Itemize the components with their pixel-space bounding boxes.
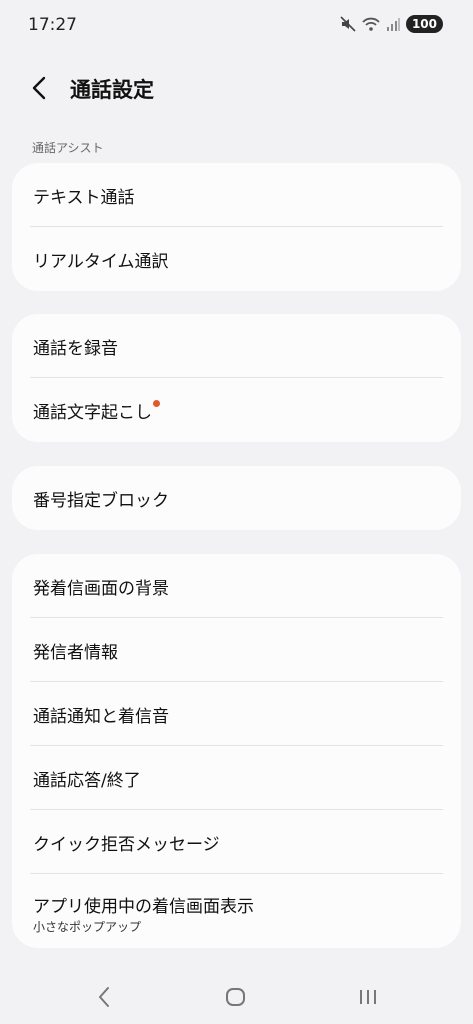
new-badge-dot bbox=[153, 400, 160, 407]
row-record-call[interactable]: 通話を録音 bbox=[12, 314, 461, 378]
header: 通話設定 bbox=[0, 62, 473, 112]
row-label: 発着信画面の背景 bbox=[33, 579, 169, 599]
row-incoming-call-display[interactable]: アプリ使用中の着信画面表示 小さなポップアップ bbox=[12, 874, 461, 948]
row-label: テキスト通話 bbox=[33, 188, 135, 208]
row-quick-decline[interactable]: クイック拒否メッセージ bbox=[12, 810, 461, 874]
nav-back-icon bbox=[99, 987, 109, 1007]
row-label: 通話通知と着信音 bbox=[33, 707, 169, 727]
row-label: クイック拒否メッセージ bbox=[33, 835, 220, 855]
navigation-bar bbox=[0, 970, 473, 1024]
back-button[interactable] bbox=[28, 74, 52, 102]
row-label: アプリ使用中の着信画面表示 bbox=[33, 897, 254, 917]
settings-card-display: 発着信画面の背景 発信者情報 通話通知と着信音 通話応答/終了 クイック拒否メッ… bbox=[12, 554, 461, 948]
nav-home-button[interactable] bbox=[221, 984, 251, 1010]
row-caller-info[interactable]: 発信者情報 bbox=[12, 618, 461, 682]
row-sublabel: 小さなポップアップ bbox=[33, 920, 142, 934]
back-arrow-icon bbox=[32, 76, 46, 100]
row-label: 通話を録音 bbox=[33, 339, 118, 359]
row-label: 通話文字起こし bbox=[33, 398, 160, 423]
row-label: 発信者情報 bbox=[33, 643, 118, 663]
row-answer-end[interactable]: 通話応答/終了 bbox=[12, 746, 461, 810]
row-realtime-translation[interactable]: リアルタイム通訳 bbox=[12, 227, 461, 291]
page-title: 通話設定 bbox=[70, 78, 154, 102]
status-bar: 17:27 100 bbox=[0, 0, 473, 50]
status-icons: 100 bbox=[340, 15, 443, 33]
section-label: 通話アシスト bbox=[32, 141, 104, 155]
nav-recents-button[interactable] bbox=[353, 984, 383, 1010]
row-label: 通話応答/終了 bbox=[33, 771, 141, 791]
row-notifications-ringtone[interactable]: 通話通知と着信音 bbox=[12, 682, 461, 746]
row-text-call[interactable]: テキスト通話 bbox=[12, 163, 461, 227]
wifi-icon bbox=[362, 16, 380, 32]
row-label: リアルタイム通訳 bbox=[33, 252, 169, 272]
row-call-background[interactable]: 発着信画面の背景 bbox=[12, 554, 461, 618]
battery-badge: 100 bbox=[405, 15, 443, 33]
row-label: 番号指定ブロック bbox=[33, 491, 169, 511]
status-time: 17:27 bbox=[28, 15, 77, 35]
row-call-transcription[interactable]: 通話文字起こし bbox=[12, 378, 461, 442]
row-block-numbers[interactable]: 番号指定ブロック bbox=[12, 466, 461, 530]
nav-home-icon bbox=[226, 988, 245, 1006]
nav-back-button[interactable] bbox=[90, 984, 120, 1010]
nav-recents-icon bbox=[360, 990, 376, 1004]
mute-icon bbox=[340, 16, 356, 32]
settings-card-recording: 通話を録音 通話文字起こし bbox=[12, 314, 461, 442]
row-label-text: 通話文字起こし bbox=[33, 403, 152, 423]
signal-icon bbox=[386, 17, 400, 31]
settings-card-call-assist: テキスト通話 リアルタイム通訳 bbox=[12, 163, 461, 291]
settings-card-block: 番号指定ブロック bbox=[12, 466, 461, 530]
